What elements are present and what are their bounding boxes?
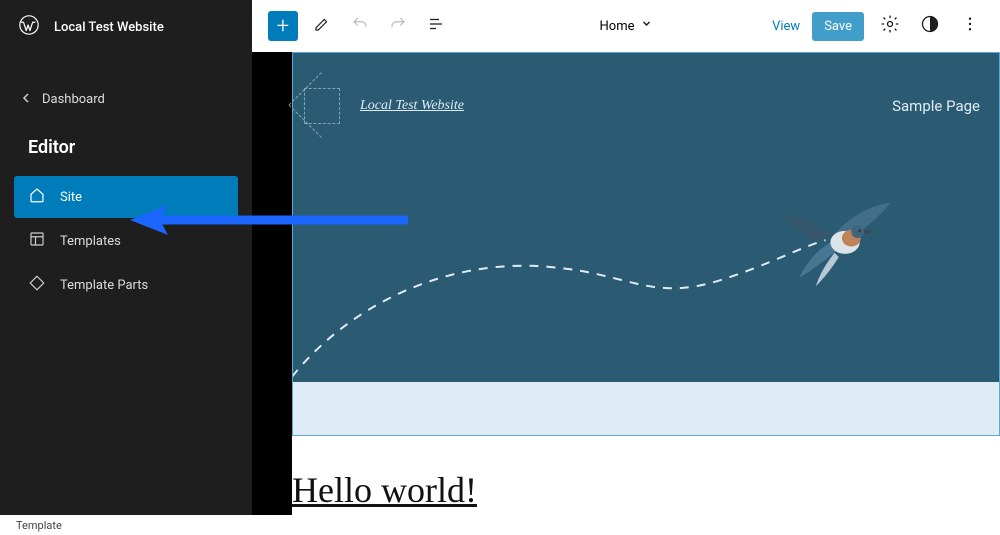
breadcrumb-item: Template xyxy=(16,519,62,532)
add-block-button[interactable]: + xyxy=(268,11,298,41)
sidebar-item-label: Template Parts xyxy=(60,278,148,293)
home-icon xyxy=(28,186,46,208)
pencil-icon xyxy=(313,15,331,37)
redo-icon xyxy=(389,15,407,37)
editor-sidebar: Local Test Website Dashboard Editor Site… xyxy=(0,0,252,515)
sidebar-item-templates[interactable]: Templates xyxy=(14,220,238,262)
chevron-down-icon xyxy=(640,18,652,34)
chevron-left-icon xyxy=(22,92,32,107)
redo-button[interactable] xyxy=(384,12,412,40)
list-view-icon xyxy=(427,15,445,37)
view-link[interactable]: View xyxy=(772,19,800,34)
editor-topbar: + Home View Save xyxy=(252,0,1000,52)
editor-canvas[interactable]: Local Test Website Sample Page xyxy=(252,52,1000,515)
hero-illustration xyxy=(292,202,1000,382)
sidebar-item-site[interactable]: Site xyxy=(14,176,238,218)
sidebar-item-label: Templates xyxy=(60,234,121,249)
undo-button[interactable] xyxy=(346,12,374,40)
site-logo-placeholder[interactable] xyxy=(304,88,340,124)
template-selector[interactable]: Home xyxy=(600,18,653,34)
topbar-actions-right: View Save xyxy=(772,12,984,41)
more-options-button[interactable] xyxy=(956,12,984,40)
sidebar-item-label: Site xyxy=(60,190,82,205)
diamond-icon xyxy=(28,274,46,296)
site-title-link[interactable]: Local Test Website xyxy=(360,98,464,114)
styles-button[interactable] xyxy=(916,12,944,40)
sidebar-item-template-parts[interactable]: Template Parts xyxy=(14,264,238,306)
gear-icon xyxy=(880,14,900,38)
undo-icon xyxy=(351,15,369,37)
sidebar-section-title: Editor xyxy=(0,117,252,176)
cover-block[interactable]: Local Test Website Sample Page xyxy=(292,52,1000,382)
sidebar-nav: Site Templates Template Parts xyxy=(0,176,252,306)
plus-icon: + xyxy=(277,14,289,39)
back-label: Dashboard xyxy=(42,92,105,107)
site-title: Local Test Website xyxy=(54,20,164,35)
edit-tool-button[interactable] xyxy=(308,12,336,40)
nav-link-sample-page[interactable]: Sample Page xyxy=(892,97,980,115)
post-content-area[interactable]: Hello world! xyxy=(292,382,1000,515)
site-header: Local Test Website Sample Page xyxy=(292,52,1000,124)
back-to-dashboard[interactable]: Dashboard xyxy=(0,82,252,117)
kebab-icon xyxy=(961,15,979,37)
sidebar-header: Local Test Website xyxy=(0,0,252,54)
post-title[interactable]: Hello world! xyxy=(292,469,477,511)
settings-button[interactable] xyxy=(876,12,904,40)
contrast-icon xyxy=(920,14,940,38)
block-breadcrumb[interactable]: Template xyxy=(0,515,1000,535)
wordpress-logo-icon xyxy=(18,14,40,40)
template-name: Home xyxy=(600,19,635,34)
layout-icon xyxy=(28,230,46,252)
list-view-button[interactable] xyxy=(422,12,450,40)
topbar-tools-left: + xyxy=(268,11,450,41)
save-button[interactable]: Save xyxy=(812,12,864,41)
